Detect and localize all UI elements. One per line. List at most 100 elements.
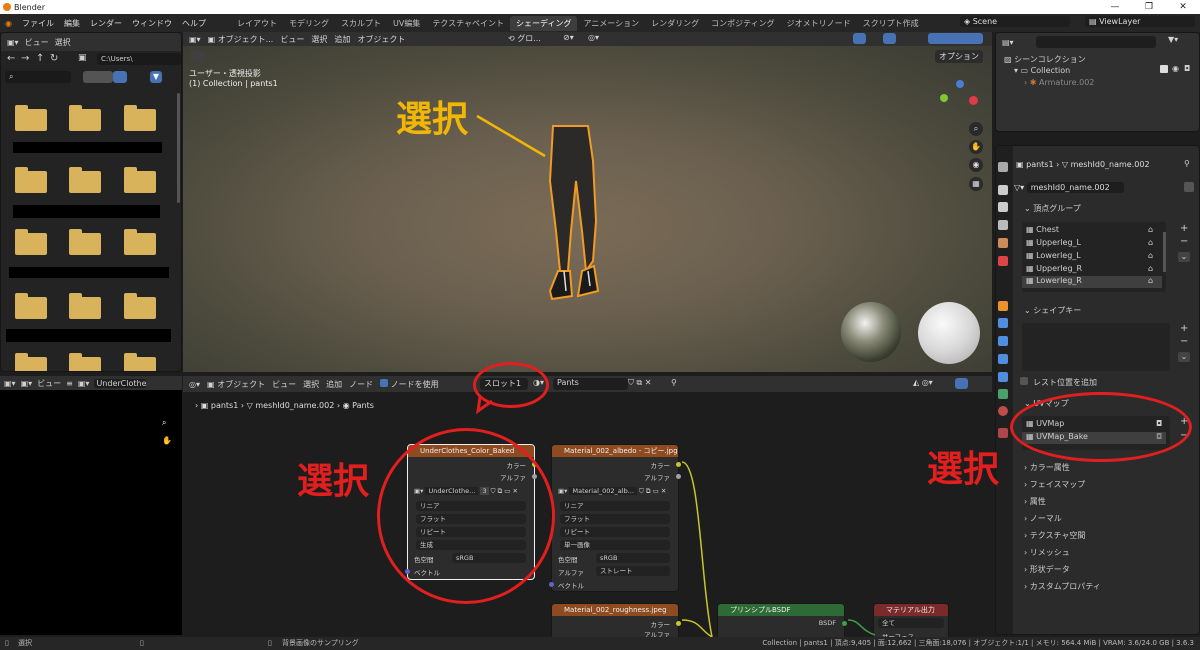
menu-render[interactable]: レンダー bbox=[85, 18, 127, 29]
fake-user-icon[interactable] bbox=[1184, 182, 1194, 192]
constraints-tab-icon[interactable] bbox=[998, 372, 1008, 382]
image-name-field[interactable]: UnderClothes_Co bbox=[94, 378, 147, 388]
overlay-icon[interactable] bbox=[883, 33, 896, 44]
folder-icon[interactable] bbox=[69, 229, 101, 255]
list-item[interactable]: ▦ Upperleg_L ⌂ bbox=[1026, 238, 1161, 249]
mesh-data-tab-icon[interactable] bbox=[998, 389, 1008, 399]
section-attributes[interactable]: › 属性 bbox=[1016, 494, 1194, 509]
tab-compositing[interactable]: コンポジティング bbox=[705, 16, 781, 31]
vector-input-socket[interactable] bbox=[549, 582, 554, 587]
lock-icon[interactable]: ⌂ bbox=[1148, 225, 1153, 234]
toolbar-toggle[interactable] bbox=[191, 51, 205, 62]
source-select[interactable]: 単一画像 bbox=[560, 540, 670, 550]
menu-file[interactable]: ファイル bbox=[17, 18, 59, 29]
folder-icon[interactable] bbox=[69, 167, 101, 193]
fb-scrollbar[interactable] bbox=[177, 93, 180, 203]
fb-search-input[interactable] bbox=[5, 71, 71, 83]
image-editor-canvas[interactable] bbox=[0, 390, 182, 635]
extension-select[interactable]: リピート bbox=[560, 527, 670, 537]
snap-icon[interactable]: ◭ ◎▾ bbox=[913, 378, 933, 387]
folder-icon[interactable] bbox=[69, 105, 101, 131]
shapekeys-section-header[interactable]: ⌄ シェイプキー bbox=[1016, 303, 1194, 318]
list-item[interactable]: ▦ Chest ⌂ bbox=[1026, 225, 1161, 236]
3d-viewport[interactable]: ユーザー・透視投影 (1) Collection | pants1 オプション … bbox=[183, 46, 992, 372]
proportional-edit-icon[interactable]: ◎▾ bbox=[588, 33, 599, 42]
folder-icon[interactable] bbox=[124, 353, 156, 371]
section-face-maps[interactable]: › フェイスマップ bbox=[1016, 477, 1194, 492]
snap-icon[interactable]: ⊘▾ bbox=[563, 33, 574, 42]
folder-icon[interactable] bbox=[124, 229, 156, 255]
view-layer-tab-icon[interactable] bbox=[998, 220, 1008, 230]
rest-position-checkbox-row[interactable]: レスト位置を追加 bbox=[1020, 377, 1097, 388]
image-texture-node-albedo[interactable]: Material_002_albedo - コピー.jpg カラー アルファ ▣… bbox=[549, 444, 681, 592]
tool-tab-icon[interactable] bbox=[998, 162, 1008, 172]
menu-help[interactable]: ヘルプ bbox=[177, 18, 211, 29]
path-field[interactable]: C:\Users\ bbox=[97, 53, 181, 65]
filter-icon[interactable]: ▼ bbox=[150, 71, 162, 83]
tab-texpaint[interactable]: テクスチャペイント bbox=[426, 16, 510, 31]
viewlayer-selector[interactable]: ▤ ViewLayer bbox=[1085, 16, 1195, 27]
folder-icon[interactable] bbox=[124, 105, 156, 131]
folder-icon[interactable] bbox=[15, 293, 47, 319]
target-select[interactable]: 全て bbox=[878, 618, 944, 628]
pin-icon[interactable]: ⚲ bbox=[1184, 159, 1190, 168]
list-scrollbar[interactable] bbox=[1163, 232, 1166, 272]
ne-select-menu[interactable]: 選択 bbox=[303, 379, 319, 390]
list-item[interactable]: ▦ Upperleg_R ⌂ bbox=[1026, 264, 1161, 275]
ne-node-menu[interactable]: ノード bbox=[349, 379, 373, 390]
modifier-tab-icon[interactable] bbox=[998, 318, 1008, 328]
tab-rendering[interactable]: レンダリング bbox=[645, 16, 705, 31]
menu-edit[interactable]: 編集 bbox=[59, 18, 85, 29]
zoom-icon[interactable]: ⌕ bbox=[162, 418, 166, 428]
section-custom-properties[interactable]: › カスタムプロパティ bbox=[1016, 579, 1194, 594]
gizmo-icon[interactable] bbox=[853, 33, 866, 44]
vp-object-menu[interactable]: オブジェクト bbox=[357, 34, 405, 45]
shapekey-list[interactable] bbox=[1022, 323, 1170, 371]
folder-icon[interactable] bbox=[124, 293, 156, 319]
display-mode-icon[interactable] bbox=[83, 71, 113, 83]
thumbnail-view-icon[interactable] bbox=[113, 71, 127, 83]
add-shapekey-button[interactable]: + bbox=[1180, 323, 1188, 334]
section-normals[interactable]: › ノーマル bbox=[1016, 511, 1194, 526]
material-name-field[interactable]: Pants bbox=[553, 378, 628, 390]
interpolation-select[interactable]: リニア bbox=[560, 501, 670, 511]
minimize-button[interactable]: — bbox=[1098, 0, 1132, 14]
tab-scripting[interactable]: スクリプト作成 bbox=[857, 16, 925, 31]
image-datablock-row[interactable]: ▣▾ Material_002_alb... ⛉ ⧉ ▭ ✕ bbox=[558, 486, 674, 497]
camera-icon[interactable]: ◉ bbox=[969, 158, 983, 172]
texture-tab-icon[interactable] bbox=[998, 428, 1008, 438]
section-geometry-data[interactable]: › 形状データ bbox=[1016, 562, 1194, 577]
shader-type-selector[interactable]: ▣ オブジェクト bbox=[207, 379, 265, 390]
blender-menu-icon[interactable]: ◉ bbox=[0, 19, 17, 28]
maximize-button[interactable]: ❐ bbox=[1132, 0, 1166, 14]
folder-icon[interactable] bbox=[69, 293, 101, 319]
hamburger-icon[interactable]: ≡ bbox=[66, 379, 73, 388]
editor-type-icon[interactable]: ▣▾ bbox=[7, 38, 19, 47]
vp-add-menu[interactable]: 追加 bbox=[334, 34, 350, 45]
fake-user-icon[interactable]: ⛉ ⧉ ✕ bbox=[628, 378, 652, 388]
shapekey-specials-button[interactable]: ⌄ bbox=[1178, 352, 1190, 362]
tab-geonodes[interactable]: ジオメトリノード bbox=[781, 16, 857, 31]
tab-layout[interactable]: レイアウト bbox=[231, 16, 283, 31]
outliner-armature[interactable]: › ✱ Armature.002 bbox=[1024, 78, 1094, 87]
bookmark-icon[interactable]: ▣ bbox=[78, 53, 87, 63]
tab-animation[interactable]: アニメーション bbox=[577, 16, 645, 31]
menu-window[interactable]: ウィンドウ bbox=[127, 18, 177, 29]
checkbox-icon[interactable] bbox=[1160, 65, 1168, 73]
editor-type-icon[interactable]: ▣▾ bbox=[189, 35, 201, 44]
mode-selector[interactable]: ▣ オブジェクト... bbox=[208, 34, 274, 45]
grid-icon[interactable]: ▦ bbox=[969, 177, 983, 191]
physics-tab-icon[interactable] bbox=[998, 354, 1008, 364]
particles-tab-icon[interactable] bbox=[998, 336, 1008, 346]
vg-specials-button[interactable]: ⌄ bbox=[1178, 252, 1190, 262]
fb-view-menu[interactable]: ビュー bbox=[25, 37, 49, 48]
outliner-search[interactable] bbox=[1036, 36, 1156, 48]
pan-hand-icon[interactable]: ✋ bbox=[162, 436, 172, 445]
vertex-group-list[interactable]: ▦ Chest ⌂ ▦ Upperleg_L ⌂ ▦ Lowerleg_L ⌂ ▦ U… bbox=[1022, 222, 1166, 292]
vp-select-menu[interactable]: 選択 bbox=[311, 34, 327, 45]
folder-icon[interactable] bbox=[15, 105, 47, 131]
material-tab-icon[interactable] bbox=[998, 406, 1008, 416]
lock-icon[interactable]: ⌂ bbox=[1148, 264, 1153, 273]
transform-orientation[interactable]: ⟲ グロ... bbox=[508, 33, 541, 44]
folder-icon[interactable] bbox=[15, 167, 47, 193]
